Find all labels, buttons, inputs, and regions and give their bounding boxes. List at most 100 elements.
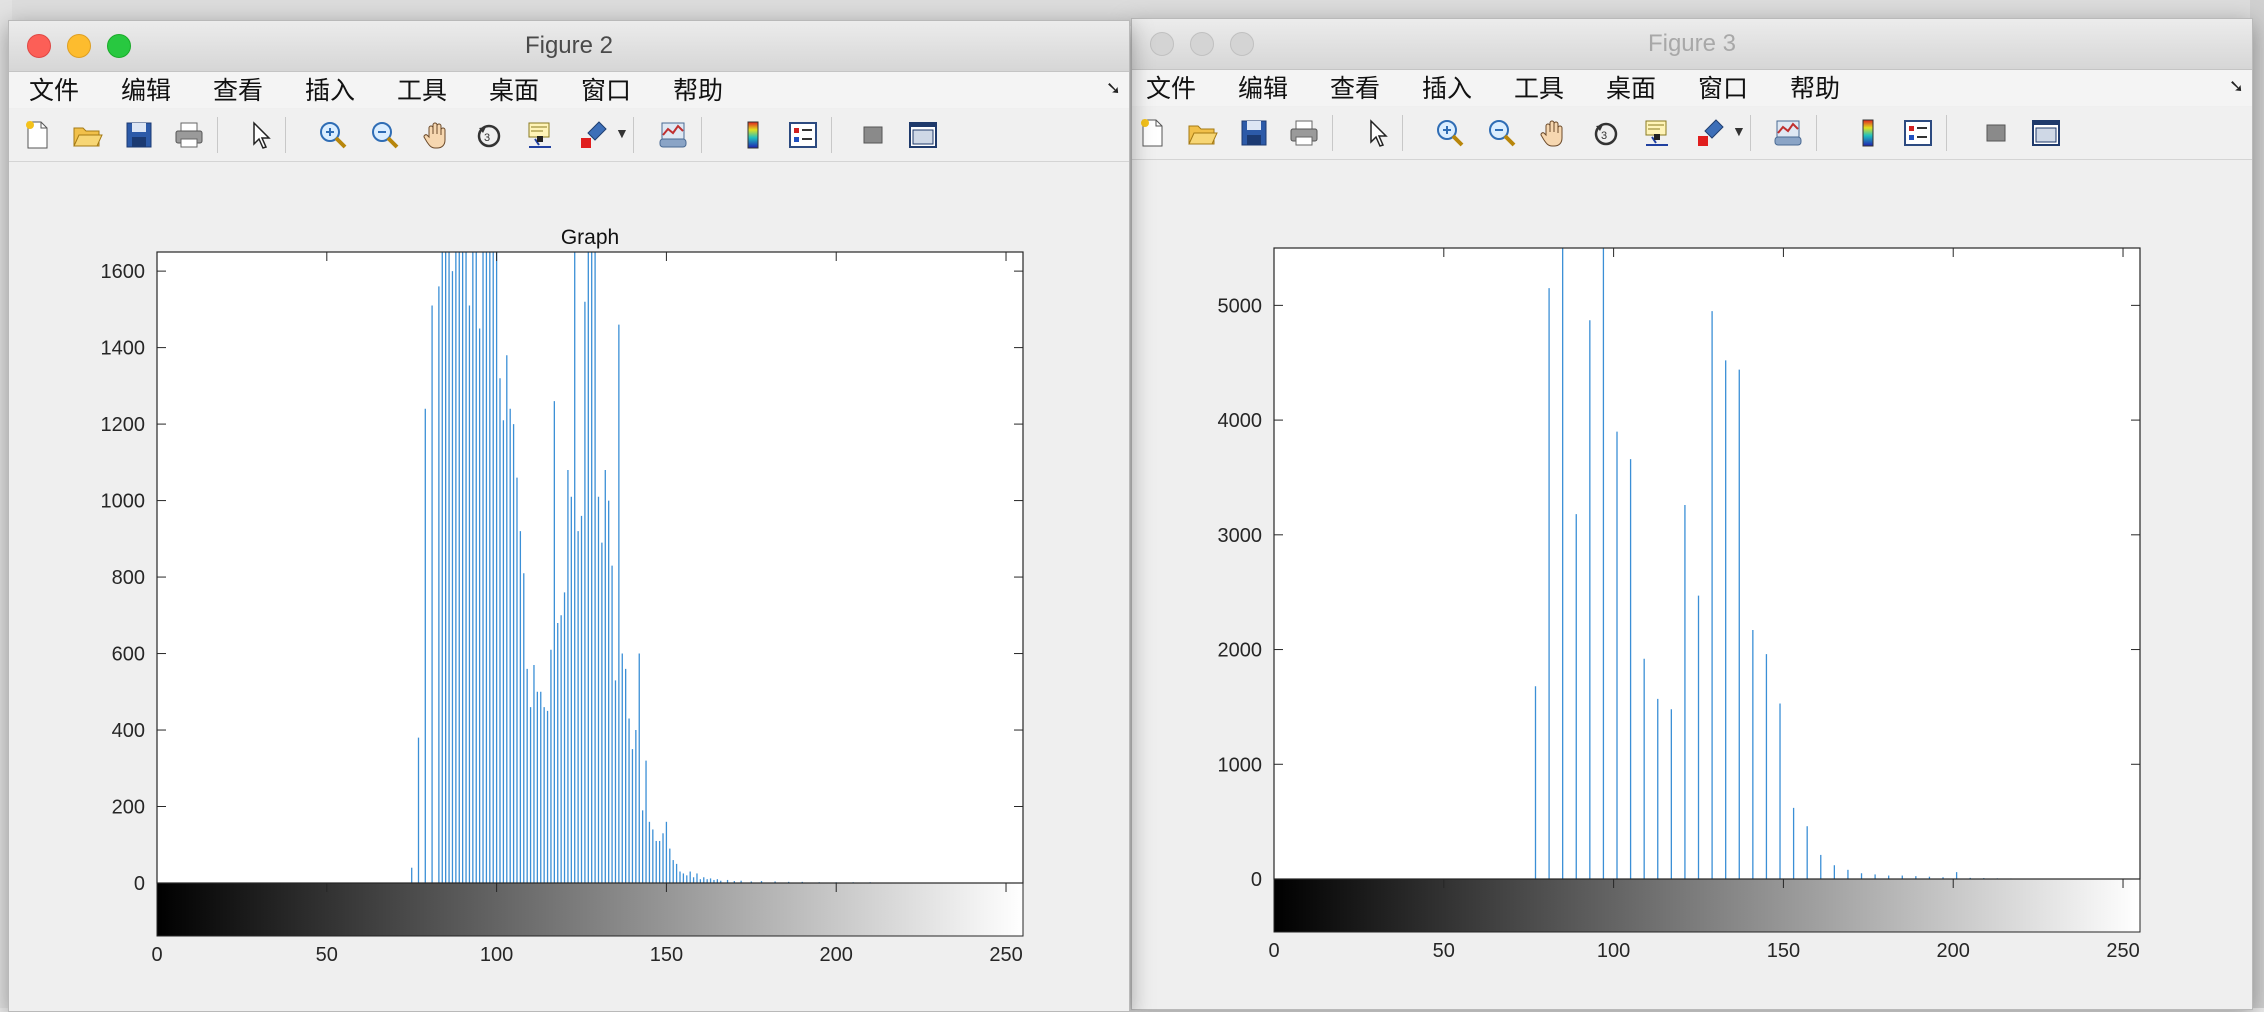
y-tick-label: 4000 xyxy=(1218,410,1263,432)
data-cursor-icon[interactable] xyxy=(525,119,557,151)
figure-toolbar: 3 ▼ xyxy=(1132,107,2252,160)
brush-icon[interactable] xyxy=(577,119,609,151)
menu-file[interactable]: 文件 xyxy=(1146,70,1196,106)
show-plot-tools-icon[interactable] xyxy=(2030,117,2062,149)
y-tick-label: 1000 xyxy=(101,491,146,513)
titlebar[interactable]: Figure 2 xyxy=(9,21,1129,72)
y-tick-label: 0 xyxy=(134,873,145,895)
new-figure-icon[interactable] xyxy=(21,119,53,151)
print-icon[interactable] xyxy=(173,119,205,151)
toolbar-separator xyxy=(1946,115,1947,151)
show-plot-tools-icon[interactable] xyxy=(907,119,939,151)
chart-title: Graph xyxy=(561,226,619,249)
window-title: Figure 3 xyxy=(1647,30,1737,57)
x-tick-label: 200 xyxy=(820,944,853,966)
plot-area: 0 1000 2000 3000 4000 5000 0 50 100 150 200 250 xyxy=(1132,160,2252,1009)
menu-file[interactable]: 文件 xyxy=(29,72,79,108)
brush-icon[interactable] xyxy=(1694,117,1726,149)
hide-plot-tools-icon[interactable] xyxy=(857,119,889,151)
menu-desktop[interactable]: 桌面 xyxy=(489,72,539,108)
menu-view[interactable]: 查看 xyxy=(1330,70,1380,106)
zoom-out-icon[interactable] xyxy=(1486,117,1518,149)
toolbar-separator xyxy=(701,117,702,153)
brush-dropdown-arrow-icon[interactable]: ▼ xyxy=(615,125,629,141)
save-icon[interactable] xyxy=(1238,117,1270,149)
axes-background xyxy=(157,252,1023,883)
pan-hand-icon[interactable] xyxy=(421,119,453,151)
menu-insert[interactable]: 插入 xyxy=(1422,70,1472,106)
grayscale-colorbar xyxy=(1274,879,2140,932)
figure-3-window: Figure 3 文件 编辑 查看 插入 工具 桌面 窗口 帮助 ➘ 3 ▼ 01… xyxy=(1131,18,2253,1010)
rotate-3d-icon[interactable]: 3 xyxy=(473,119,505,151)
brush-dropdown-arrow-icon[interactable]: ▼ xyxy=(1732,123,1746,139)
x-tick-label: 50 xyxy=(1433,940,1455,962)
grayscale-colorbar xyxy=(157,883,1023,936)
menu-window[interactable]: 窗口 xyxy=(1698,70,1748,106)
x-tick-label: 50 xyxy=(316,944,338,966)
edit-plot-pointer-icon[interactable] xyxy=(1362,117,1394,149)
plot-area: 0 200 400 600 800 1000 1200 1400 1600 0 50 100 150 20… xyxy=(9,162,1129,1011)
menu-tools[interactable]: 工具 xyxy=(1514,70,1564,106)
x-tick-label: 100 xyxy=(1597,940,1630,962)
x-tick-label: 150 xyxy=(1767,940,1800,962)
y-tick-label: 600 xyxy=(112,644,145,666)
legend-icon[interactable] xyxy=(1902,117,1934,149)
y-tick-label: 0 xyxy=(1251,869,1262,891)
menu-tools[interactable]: 工具 xyxy=(397,72,447,108)
print-icon[interactable] xyxy=(1288,117,1320,149)
y-tick-label: 800 xyxy=(112,567,145,589)
x-tick-label: 150 xyxy=(650,944,683,966)
y-tick-label: 1400 xyxy=(101,338,146,360)
histogram-chart: 0 1000 2000 3000 4000 5000 0 50 100 150 200 250 xyxy=(1218,247,2141,962)
menu-desktop[interactable]: 桌面 xyxy=(1606,70,1656,106)
open-file-icon[interactable] xyxy=(1186,117,1218,149)
menu-view[interactable]: 查看 xyxy=(213,72,263,108)
menu-help[interactable]: 帮助 xyxy=(1790,70,1840,106)
dock-arrow-icon[interactable]: ➘ xyxy=(2229,76,2244,97)
x-tick-label: 250 xyxy=(2106,940,2139,962)
y-tick-label: 1200 xyxy=(101,414,146,436)
open-file-icon[interactable] xyxy=(71,119,103,151)
edit-plot-pointer-icon[interactable] xyxy=(245,119,277,151)
zoom-in-icon[interactable] xyxy=(1434,117,1466,149)
histogram-chart: 0 200 400 600 800 1000 1200 1400 1600 0 50 100 150 20… xyxy=(101,226,1024,966)
toolbar-separator xyxy=(831,117,832,153)
data-cursor-icon[interactable] xyxy=(1642,117,1674,149)
y-tick-label: 1000 xyxy=(1218,754,1263,776)
menubar: 文件 编辑 查看 插入 工具 桌面 窗口 帮助 ➘ xyxy=(9,72,1129,108)
menu-help[interactable]: 帮助 xyxy=(673,72,723,108)
x-tick-label: 0 xyxy=(1268,940,1279,962)
titlebar[interactable]: Figure 3 xyxy=(1132,19,2252,70)
y-tick-label: 1600 xyxy=(101,261,146,283)
hide-plot-tools-icon[interactable] xyxy=(1980,117,2012,149)
toolbar-separator xyxy=(1816,115,1817,151)
x-tick-label: 0 xyxy=(151,944,162,966)
y-tick-label: 5000 xyxy=(1218,295,1263,317)
y-tick-label: 3000 xyxy=(1218,525,1263,547)
rotate-3d-icon[interactable]: 3 xyxy=(1590,117,1622,149)
colorbar-icon[interactable] xyxy=(737,119,769,151)
menu-edit[interactable]: 编辑 xyxy=(1238,70,1288,106)
menu-insert[interactable]: 插入 xyxy=(305,72,355,108)
toolbar-separator xyxy=(1332,115,1333,151)
y-tick-label: 200 xyxy=(112,797,145,819)
menu-edit[interactable]: 编辑 xyxy=(121,72,171,108)
menu-window[interactable]: 窗口 xyxy=(581,72,631,108)
save-icon[interactable] xyxy=(123,119,155,151)
dock-arrow-icon[interactable]: ➘ xyxy=(1106,78,1121,99)
figure-2-window: Figure 2 文件 编辑 查看 插入 工具 桌面 窗口 帮助 ➘ 3 ▼ 02… xyxy=(8,20,1130,1012)
zoom-in-icon[interactable] xyxy=(317,119,349,151)
window-title: Figure 2 xyxy=(524,32,614,59)
figure-toolbar: 3 ▼ xyxy=(9,109,1129,162)
link-plot-icon[interactable] xyxy=(1772,117,1804,149)
zoom-out-icon[interactable] xyxy=(369,119,401,151)
x-tick-label: 200 xyxy=(1937,940,1970,962)
legend-icon[interactable] xyxy=(787,119,819,151)
pan-hand-icon[interactable] xyxy=(1538,117,1570,149)
link-plot-icon[interactable] xyxy=(657,119,689,151)
colorbar-icon[interactable] xyxy=(1852,117,1884,149)
new-figure-icon[interactable] xyxy=(1136,117,1168,149)
toolbar-separator xyxy=(1750,115,1751,151)
svg-text:3: 3 xyxy=(1601,130,1607,142)
axes-background xyxy=(1274,248,2140,879)
